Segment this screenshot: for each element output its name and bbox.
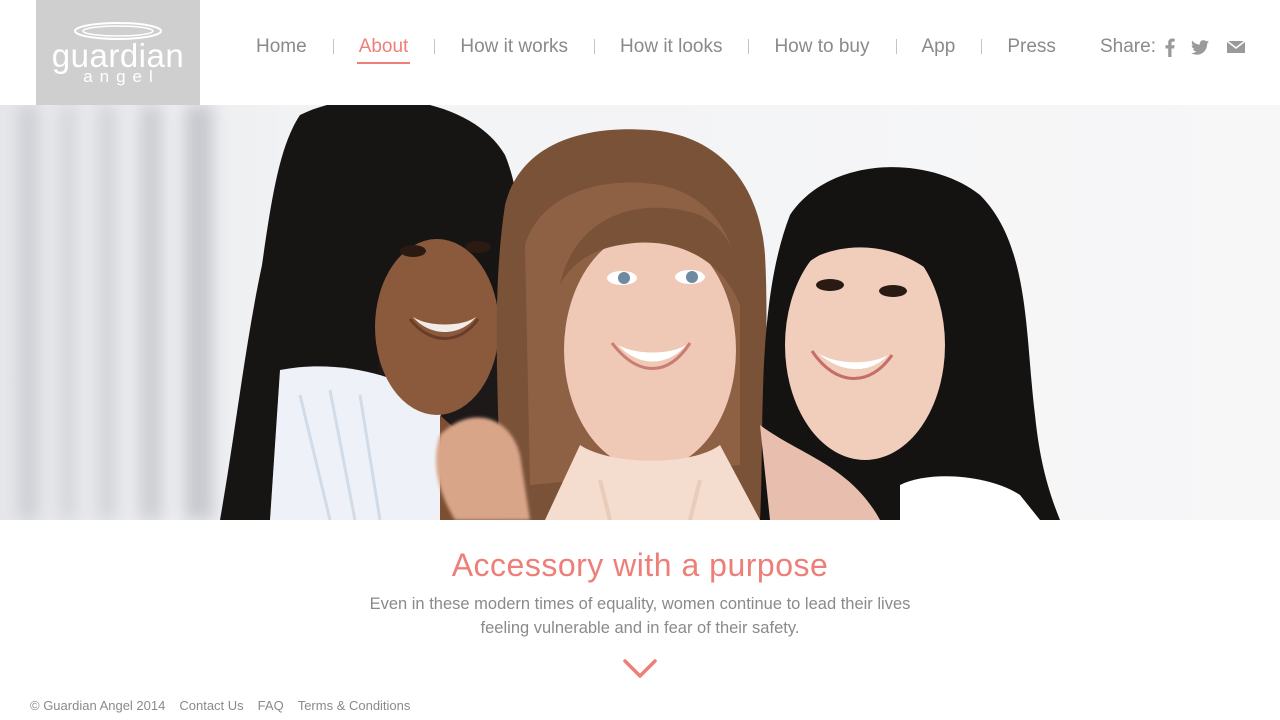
nav-item-label: App	[921, 36, 956, 57]
nav-item-label: How it works	[460, 36, 569, 57]
nav-item-app[interactable]: App	[895, 33, 982, 61]
logo-subtitle: angel	[83, 67, 160, 86]
nav-item-about[interactable]: About	[332, 33, 435, 64]
three-smiling-women-photo	[0, 105, 1280, 520]
page: guardian angel Home About How it works H…	[0, 0, 1280, 720]
footer-link-contact[interactable]: Contact Us	[179, 698, 243, 713]
footer-link-terms[interactable]: Terms & Conditions	[298, 698, 411, 713]
nav-item-label: How it looks	[620, 36, 723, 57]
nav-item-how-it-looks[interactable]: How it looks	[594, 33, 748, 61]
share-bar: Share:	[1100, 33, 1246, 61]
nav-item-how-to-buy[interactable]: How to buy	[748, 33, 895, 61]
nav-item-home[interactable]: Home	[230, 33, 333, 61]
site-header: guardian angel Home About How it works H…	[0, 0, 1280, 105]
facebook-icon[interactable]	[1164, 38, 1176, 57]
nav-item-label: Press	[1007, 36, 1056, 57]
main-nav: Home About How it works How it looks How…	[230, 33, 1082, 64]
active-underline	[356, 62, 411, 64]
nav-item-label: How to buy	[774, 36, 870, 57]
page-headline: Accessory with a purpose	[451, 547, 829, 583]
nav-item-label: Home	[256, 36, 307, 57]
nav-item-label: About	[358, 36, 409, 57]
mail-icon[interactable]	[1226, 41, 1246, 53]
footer-link-faq[interactable]: FAQ	[258, 698, 284, 713]
hero-photo	[0, 105, 1280, 520]
chevron-down-icon[interactable]	[622, 657, 658, 681]
intro-text: Even in these modern times of equality, …	[369, 595, 911, 637]
site-footer: © Guardian Angel 2014 Contact Us FAQ Ter…	[30, 696, 424, 714]
copyright-text: © Guardian Angel 2014	[30, 697, 166, 713]
nav-item-how-it-works[interactable]: How it works	[434, 33, 594, 61]
nav-item-press[interactable]: Press	[981, 33, 1082, 61]
share-label: Share:	[1100, 36, 1156, 57]
logo[interactable]: guardian angel	[36, 0, 200, 105]
twitter-icon[interactable]	[1190, 39, 1210, 55]
